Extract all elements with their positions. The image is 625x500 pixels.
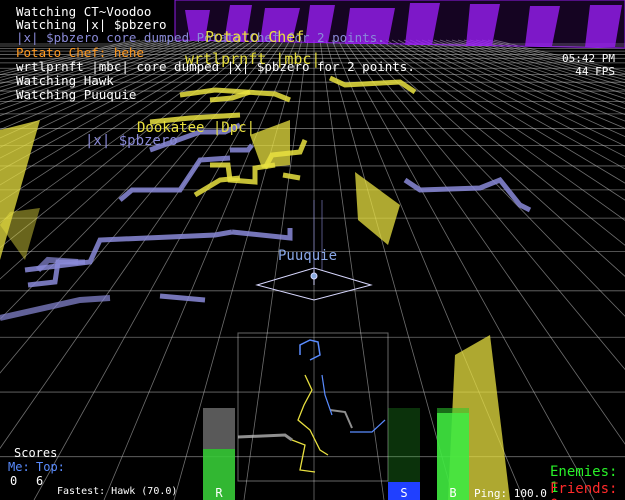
grid-line-radial: [0, 39, 159, 85]
player-label-puuquie: Puuquie: [278, 248, 338, 264]
grid-line-radial: [391, 39, 625, 170]
grid-line-radial: [487, 39, 625, 75]
grid-line-radial: [0, 39, 153, 81]
fps-counter: 44 FPS: [575, 65, 615, 78]
ping-label: Ping: 100.0: [474, 487, 547, 500]
feed-line-3: |x| $pbzero core dumped Potato Chef for …: [16, 30, 385, 45]
feed-chat-line: Potato Chef: hehe: [16, 45, 144, 60]
grid-line-radial: [481, 39, 625, 78]
score-top-value: 6: [36, 474, 44, 488]
grid-line-radial: [0, 39, 141, 76]
grid-line-radial: [319, 39, 385, 500]
grid-line-radial: [33, 39, 291, 500]
floor-grid: [0, 39, 625, 500]
game-viewport[interactable]: Watching CT~Voodoo Watching |x| $pbzero …: [0, 0, 625, 500]
hud-bars: [203, 408, 469, 500]
grid-line-radial: [103, 39, 297, 500]
clock: 05:42 PM: [562, 52, 615, 65]
score-me-label: Me:: [8, 460, 30, 474]
grid-line-radial: [385, 39, 625, 184]
scores-title: Scores: [14, 446, 58, 460]
minimap: [237, 332, 389, 482]
player-label-wrtlprnft: wrtlprnft |mbc|: [185, 50, 321, 68]
score-me-value: 0: [10, 474, 18, 488]
feed-line-7: Watching Puuquie: [16, 87, 137, 102]
brake-bar-label: B: [449, 486, 457, 500]
rubber-bar-label: R: [215, 486, 223, 500]
score-top-label: Top:: [36, 460, 65, 474]
chat-message: hehe: [113, 45, 144, 60]
friends-count: Friends: 0: [550, 481, 618, 500]
grid-line-radial: [0, 39, 165, 88]
player-label-potato-chef: Potato Chef: [205, 28, 305, 46]
grid-line-radial: [0, 39, 135, 73]
grid-line-radial: [243, 39, 309, 500]
feed-line-6: Watching Hawk: [16, 73, 114, 88]
speed-bar-label: S: [400, 486, 408, 500]
grid-line-radial: [397, 39, 625, 157]
grid-line-radial: [493, 39, 625, 72]
chat-player-name: Potato Chef: [16, 45, 99, 60]
fastest-label: Fastest: Hawk (70.0): [57, 486, 178, 497]
player-label-pbzero: |x| $pbzero: [85, 133, 178, 149]
